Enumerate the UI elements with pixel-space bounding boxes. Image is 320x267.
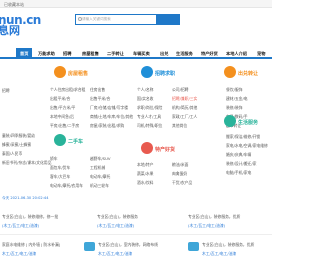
photo-icon <box>188 242 199 251</box>
house-cell[interactable]: 商铺/土地/车库/车位/其他 <box>90 114 133 120</box>
listing-title[interactable]: 专业区(白山)，装修维修，修一批 <box>2 214 58 220</box>
bottom-listing[interactable]: 家庭水电维修 | 内外墙 | 防水补漏| <box>2 242 60 248</box>
secondhand-cell[interactable]: 轿车 <box>50 156 58 162</box>
house-cell[interactable]: 房屋/家装/出租/求购 <box>90 123 124 129</box>
secondhand-cell[interactable]: 越野车/SUV <box>90 156 110 162</box>
house-cell[interactable]: 住房出售 <box>90 87 105 93</box>
listing-sub[interactable]: (木工/瓦工/电工/油漆) <box>188 223 225 229</box>
job-icon <box>141 66 153 78</box>
main-nav: 首页 万能求助 招聘 房屋租售 二手转让 车辆买卖 出兑 生活服务 特产好货 本… <box>0 48 272 59</box>
transfer-title[interactable]: 出兑转让 <box>238 70 258 77</box>
life-cell[interactable]: 装修/设计/搬迁/家 <box>226 161 256 167</box>
search-button[interactable] <box>157 14 180 25</box>
job-cell[interactable]: 机构/简历/其他 <box>172 105 197 111</box>
house-cell[interactable]: 出租平米/合 <box>50 96 70 102</box>
secondhand-title[interactable]: 二手车 <box>68 138 83 145</box>
bottom-listing-sub[interactable]: 木工/瓦工/电工/油漆 <box>98 251 132 257</box>
job-title[interactable]: 招聘求职 <box>155 70 175 77</box>
job-cell[interactable]: 国/实名收 <box>137 96 153 102</box>
goods-cell[interactable]: 干货/农产品 <box>172 180 192 186</box>
nav-item-locals[interactable]: 本地人介绍 <box>226 51 247 57</box>
left-item-top[interactable]: 招聘 <box>2 88 10 94</box>
listing-sub[interactable]: (木工/瓦工/电工/油漆) <box>2 223 39 229</box>
job-cell[interactable]: 招聘/兼职/三实 <box>172 96 197 102</box>
life-title[interactable]: 生活服务 <box>238 119 258 126</box>
goods-cell[interactable]: 蔬菜/水果 <box>137 171 153 177</box>
secondhand-cell[interactable]: 电动车/摩托 <box>90 174 110 180</box>
divider <box>0 234 272 235</box>
nav-item-cars[interactable]: 车辆买卖 <box>133 51 150 57</box>
goods-cell[interactable]: 肉禽蛋奶 <box>172 171 187 177</box>
job-cell[interactable]: 专业人才/工具 <box>137 114 161 120</box>
secondhand-cell[interactable]: 面包车/货车 <box>50 165 70 171</box>
life-cell[interactable]: 电脑/手机/家电 <box>226 170 251 176</box>
house-icon <box>54 66 66 78</box>
house-cell[interactable]: 个人住房出租/求合租 <box>50 87 85 93</box>
house-cell[interactable]: 本地中间急/后 <box>50 114 74 120</box>
nav-item-secondhand[interactable]: 二手转让 <box>107 51 124 57</box>
goods-title[interactable]: 特产好货 <box>155 146 175 153</box>
house-cell[interactable]: 出售/平方米/平 <box>50 105 75 111</box>
life-icon <box>224 115 236 127</box>
goods-icon <box>141 142 153 154</box>
bottom-listing[interactable]: 专业区(白山)，装修服务，优质 <box>202 242 254 248</box>
search-placeholder: 请输入关键词搜索 <box>82 17 111 21</box>
job-cell[interactable]: 公司/招聘 <box>172 87 188 93</box>
nav-item-home[interactable]: 首页 <box>16 48 33 59</box>
nav-item-life[interactable]: 生活服务 <box>176 51 193 57</box>
listing-title[interactable]: 专业区(白山)，装修服务 <box>97 214 138 220</box>
life-cell[interactable]: 搬家/保洁/维修/开锁 <box>226 134 260 140</box>
house-cell[interactable]: 出售平米/合 <box>90 96 110 102</box>
car-icon <box>54 134 66 146</box>
bottom-listing[interactable]: 专业区(白山)，室内装修，网络布线 <box>98 242 158 248</box>
job-cell[interactable]: 其他岗位 <box>172 123 187 129</box>
secondhand-cell[interactable]: 电动车/摩托/农用车 <box>50 183 83 189</box>
left-item-4[interactable]: 新旧书刊/杂志/课本/文化用品 <box>2 160 51 166</box>
house-cell[interactable]: 平房/出售/二手房 <box>50 123 79 129</box>
nav-item-help[interactable]: 万能求助 <box>38 51 55 57</box>
top-bar: 已收藏本站 <box>0 0 272 8</box>
goods-cell[interactable]: 酒水/饮料 <box>137 180 153 186</box>
nav-item-transfer[interactable]: 出兑 <box>160 51 168 57</box>
left-item-2[interactable]: 蜂蜜/采蜜/土蜂蜜 <box>2 142 31 148</box>
nav-item-jobs[interactable]: 招聘 <box>63 51 71 57</box>
nav-item-house[interactable]: 房屋租售 <box>82 51 99 57</box>
nav-item-goods[interactable]: 特产好货 <box>201 51 218 57</box>
job-cell[interactable]: 司机/特殊/职位 <box>137 123 162 129</box>
photo-icon <box>84 242 95 251</box>
life-cell[interactable]: 家电/水电/空调/家电维修 <box>226 143 268 149</box>
listing-title[interactable]: 专业区(白山)，装修服务，优质 <box>188 214 240 220</box>
site-logo[interactable]: nun.cn 息网 <box>0 14 41 36</box>
job-cell[interactable]: 求职/岗位/保险 <box>137 105 162 111</box>
house-title[interactable]: 房屋租售 <box>68 70 88 77</box>
search-icon <box>77 16 82 21</box>
post-date: 今天 2021-06-30 20:02:44 <box>2 196 49 200</box>
secondhand-cell[interactable]: 工程机械 <box>90 165 105 171</box>
top-bar-text: 已收藏本站 <box>4 1 24 7</box>
listing-sub[interactable]: (木工/瓦工/电工/油漆) <box>97 223 134 229</box>
house-cell[interactable]: 厂房/仓储/店铺/写字楼 <box>90 105 128 111</box>
goods-cell[interactable]: 粮油/米面 <box>172 162 188 168</box>
search-input[interactable]: 请输入关键词搜索 <box>75 14 157 25</box>
secondhand-cell[interactable]: 机动三轮车 <box>90 183 109 189</box>
bottom-listing-sub[interactable]: 木工/瓦工/电工/油漆 <box>2 251 36 257</box>
job-cell[interactable]: 家政/工厂/工人 <box>172 114 197 120</box>
transfer-cell[interactable]: 装修/装饰 <box>226 105 242 111</box>
bottom-listing-sub[interactable]: 木工/瓦工/电工/油漆 <box>202 251 236 257</box>
job-cell[interactable]: 个人/名称 <box>137 87 153 93</box>
left-item-3[interactable]: 泰国/人民币 <box>2 151 22 157</box>
goods-cell[interactable]: 本地/特产 <box>137 162 153 168</box>
life-cell[interactable]: 婚庆/庆典/车辆 <box>226 152 251 158</box>
secondhand-cell[interactable]: 客车/大巴车 <box>50 174 70 180</box>
nav-item-pets[interactable]: 宠物 <box>257 51 265 57</box>
transfer-cell[interactable]: 餐饮/服饰 <box>226 87 242 93</box>
transfer-icon <box>224 66 236 78</box>
left-item-1[interactable]: 童装/四季服装/婴幼 <box>2 133 35 139</box>
transfer-cell[interactable]: 建材/五金/电 <box>226 96 248 102</box>
